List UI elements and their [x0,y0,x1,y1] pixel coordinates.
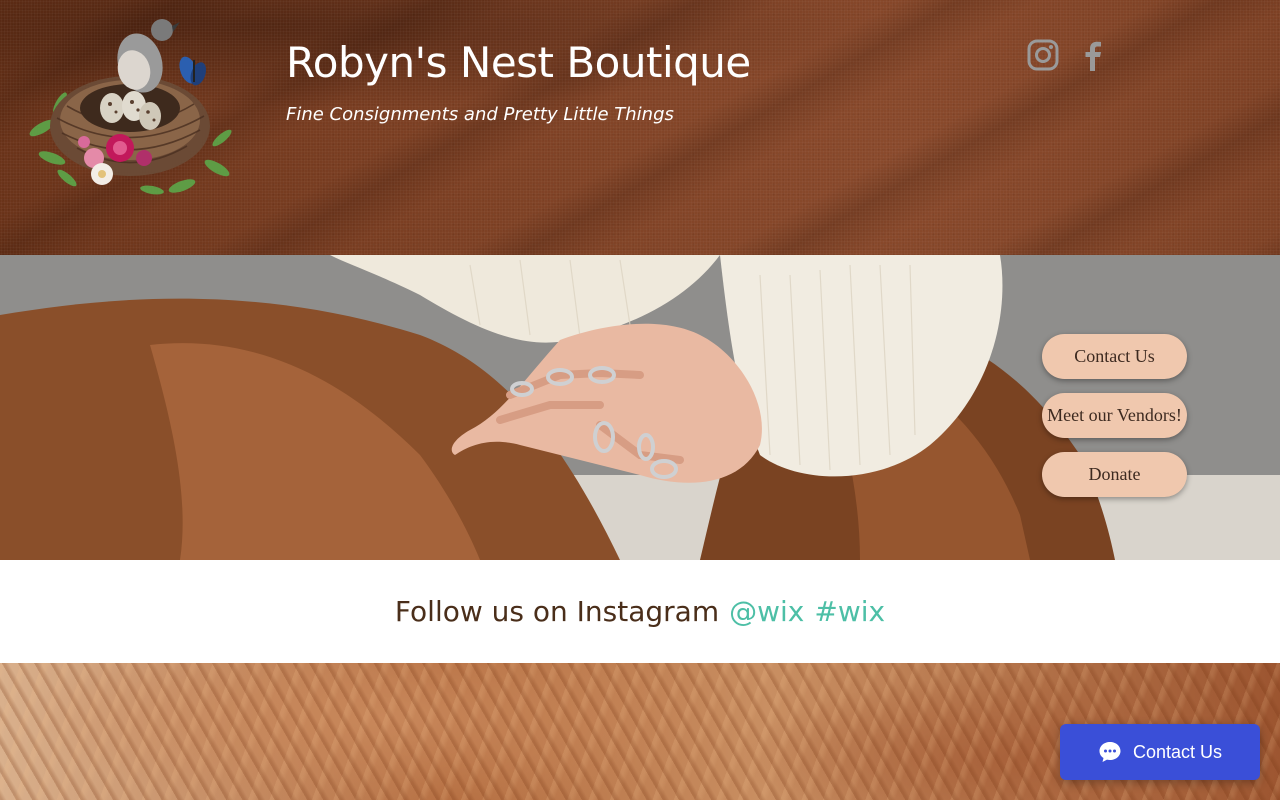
instagram-handle-link[interactable]: @wix [729,595,804,628]
contact-us-button[interactable]: Contact Us [1042,334,1187,379]
bird-nest-logo[interactable] [22,8,237,198]
instagram-hashtag-link[interactable]: #wix [814,595,885,628]
meet-vendors-button[interactable]: Meet our Vendors! [1042,393,1187,438]
hero-button-stack: Contact Us Meet our Vendors! Donate [1042,334,1187,497]
chat-widget-button[interactable]: Contact Us [1060,724,1260,780]
instagram-icon[interactable] [1026,38,1060,72]
instagram-follow-strip: Follow us on Instagram @wix #wix [0,560,1280,663]
donate-button[interactable]: Donate [1042,452,1187,497]
social-bar [1026,38,1110,72]
facebook-icon[interactable] [1076,38,1110,72]
site-tagline: Fine Consignments and Pretty Little Thin… [286,104,674,125]
site-header: Robyn's Nest Boutique Fine Consignments … [0,0,1280,255]
chat-bubble-icon [1099,742,1121,762]
chat-label: Contact Us [1133,741,1223,762]
follow-text: Follow us on Instagram [394,595,720,628]
site-title[interactable]: Robyn's Nest Boutique [286,38,751,87]
